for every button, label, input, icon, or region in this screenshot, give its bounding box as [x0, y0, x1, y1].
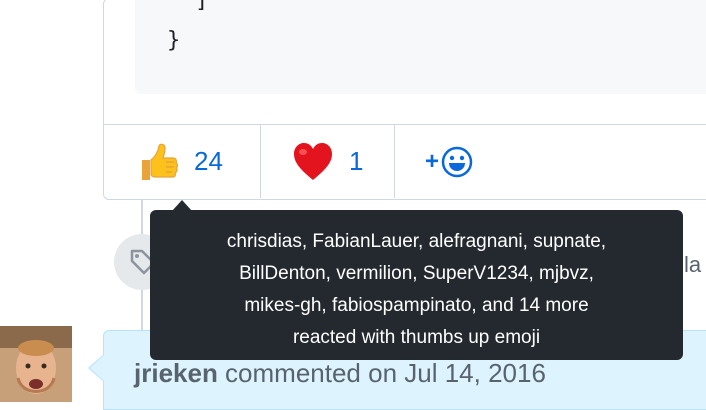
user-avatar-image	[0, 326, 72, 402]
avatar[interactable]	[0, 326, 72, 402]
thumbs-up-count: 24	[194, 146, 223, 176]
smiley-icon	[441, 146, 473, 177]
code-line: }	[167, 28, 181, 53]
heart-emoji-icon	[294, 142, 332, 180]
tooltip-line: mikes-gh, fabiospampinato, and 14 more	[244, 295, 589, 316]
tooltip-line: reacted with thumbs up emoji	[292, 327, 541, 348]
heart-count: 1	[349, 146, 364, 176]
reaction-tooltip: chrisdias, FabianLauer, alefragnani, sup…	[150, 210, 683, 360]
thumbs-up-reaction-button[interactable]: 24	[104, 125, 261, 198]
add-reaction-button[interactable]: +	[395, 125, 505, 198]
plus-icon: +	[425, 147, 440, 175]
reactions-bar: 24 1 +	[104, 125, 706, 198]
code-block: ] }	[135, 0, 706, 94]
comment-meta: jrieken commented on Jul 14, 2016	[134, 358, 546, 389]
timeline-event-text: la	[684, 252, 702, 277]
tooltip-line: chrisdias, FabianLauer, alefragnani, sup…	[226, 231, 607, 252]
comment-header-arrow-inner	[90, 355, 104, 381]
comment-timestamp[interactable]: commented on Jul 14, 2016	[218, 358, 546, 388]
thumbs-up-emoji-icon	[142, 143, 179, 180]
code-line: ]	[195, 0, 209, 13]
comment-author-link[interactable]: jrieken	[134, 358, 218, 388]
tooltip-line: BillDenton, vermilion, SuperV1234, mjbvz…	[239, 263, 594, 284]
heart-reaction-button[interactable]: 1	[261, 125, 395, 198]
